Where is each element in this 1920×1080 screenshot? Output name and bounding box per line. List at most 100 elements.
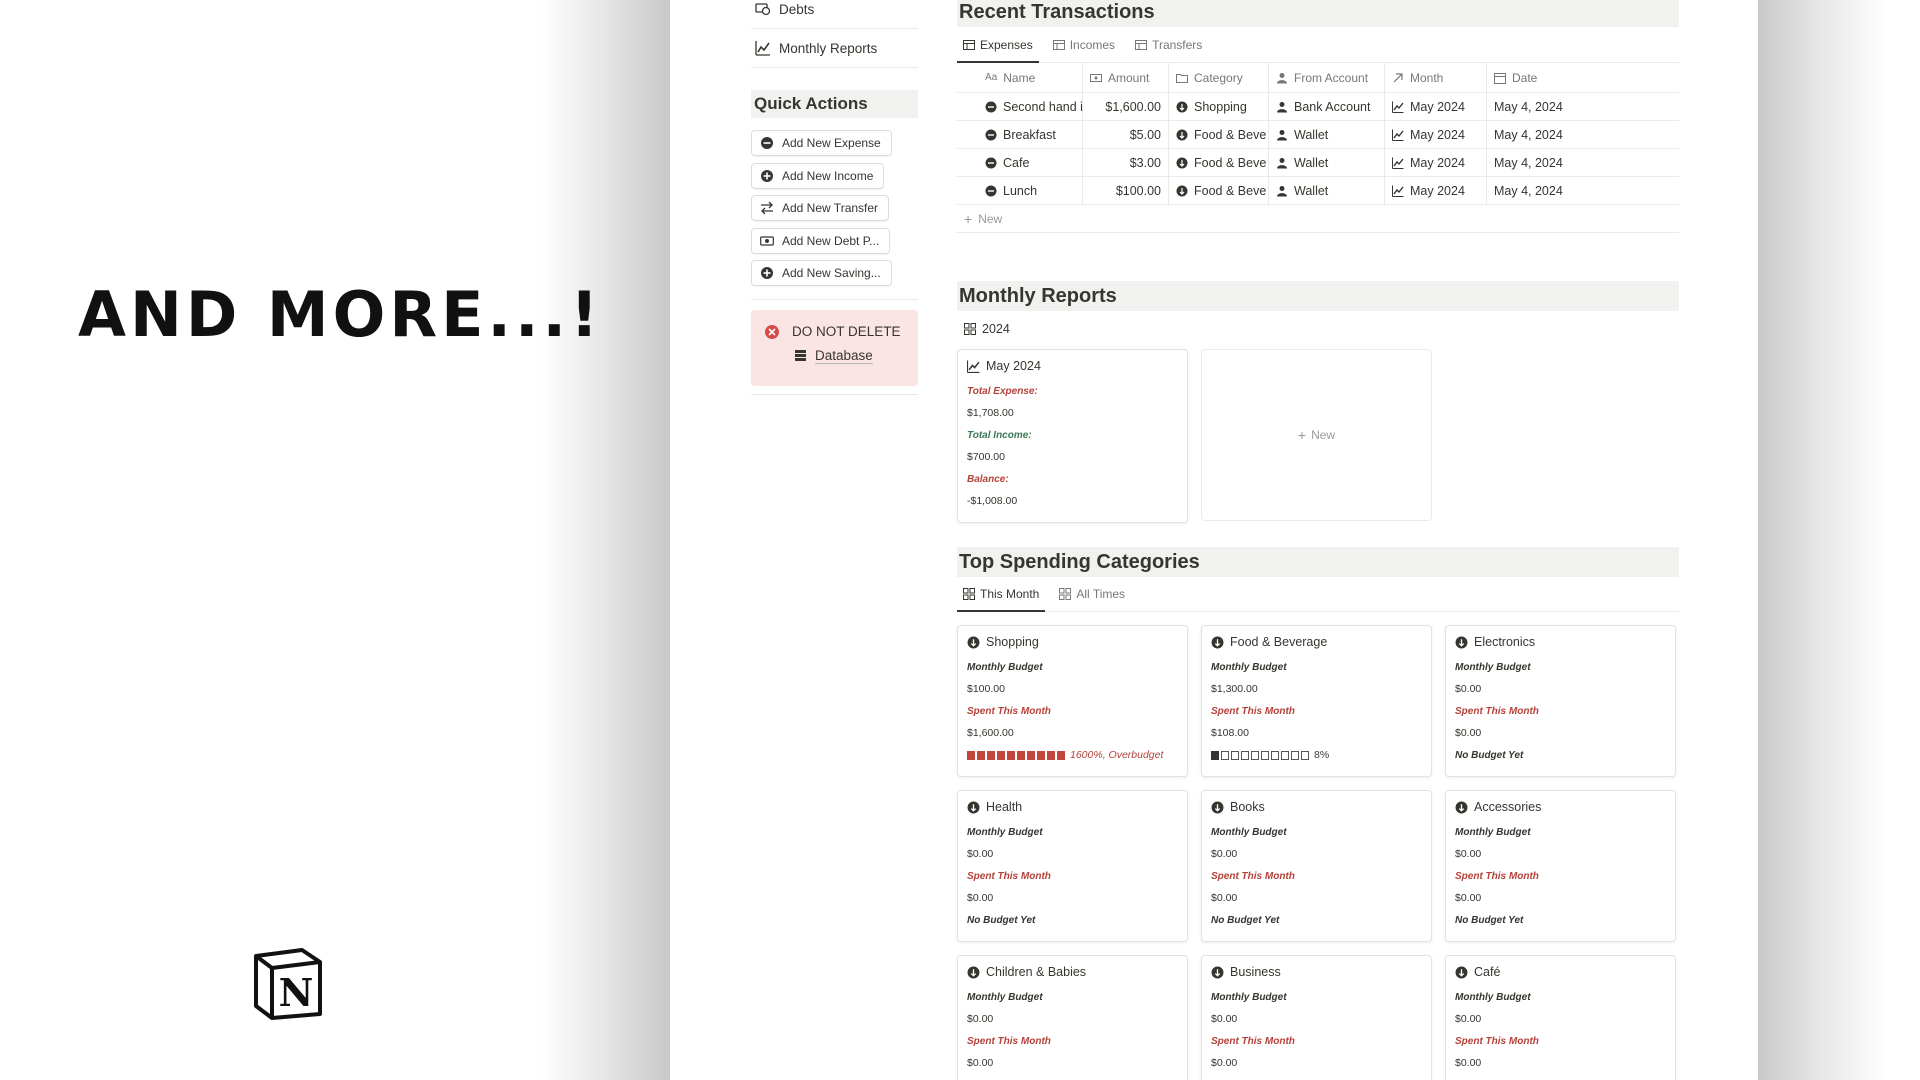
category-name: Shopping	[986, 635, 1039, 649]
add-debt-payment-button[interactable]: Add New Debt P...	[751, 227, 891, 254]
divider	[751, 28, 918, 29]
error-icon	[765, 324, 779, 339]
column-label: Category	[1194, 70, 1243, 85]
monthly-budget-label: Monthly Budget	[1455, 991, 1531, 1003]
monthly-budget-label: Monthly Budget	[1455, 661, 1531, 673]
spent-value: $0.00	[1211, 1057, 1238, 1069]
reports-view-tab[interactable]: 2024	[957, 311, 1679, 347]
minus-circle-icon	[985, 101, 997, 112]
tab-this-month[interactable]: This Month	[957, 576, 1046, 612]
column-label: Amount	[1108, 70, 1150, 85]
column-from-account[interactable]: From Account	[1269, 63, 1385, 92]
monthly-budget-label: Monthly Budget	[1211, 991, 1287, 1003]
table-row[interactable]: Breakfast $5.00 Food & Beve Wallet May 2…	[957, 121, 1679, 149]
category-card[interactable]: Shopping Monthly Budget $100.00 Spent This …	[957, 625, 1188, 777]
report-chart-icon	[1392, 101, 1404, 113]
row-date: May 4, 2024	[1494, 99, 1563, 114]
row-from-account: Wallet	[1294, 155, 1329, 170]
category-card[interactable]: Accessories Monthly Budget $0.00 Spent This…	[1445, 790, 1676, 942]
recent-transactions-heading: Recent Transactions	[957, 0, 1679, 27]
row-amount: $3.00	[1129, 155, 1161, 170]
category-icon	[1176, 157, 1188, 168]
category-card[interactable]: Café Monthly Budget $0.00 Spent This Month $…	[1445, 955, 1676, 1080]
new-transaction-button[interactable]: + New	[957, 205, 1679, 233]
new-report-button[interactable]: + New	[1201, 349, 1432, 521]
button-label: Add New Expense	[782, 136, 881, 150]
tab-incomes[interactable]: Incomes	[1047, 27, 1121, 62]
add-income-button[interactable]: Add New Income	[751, 162, 885, 189]
table-icon	[963, 39, 975, 50]
monthly-budget-label: Monthly Budget	[967, 991, 1043, 1003]
monthly-budget-value: $1,300.00	[1211, 683, 1258, 695]
gallery-icon	[963, 587, 975, 600]
progress-segment	[1037, 750, 1045, 760]
minus-circle-icon	[761, 137, 773, 149]
category-name: Business	[1230, 965, 1281, 979]
category-card[interactable]: Health Monthly Budget $0.00 Spent This Mont…	[957, 790, 1188, 942]
relation-arrow-icon	[1393, 72, 1403, 82]
gallery-icon	[964, 323, 976, 335]
progress-segment	[1261, 750, 1269, 760]
report-card[interactable]: May 2024 Total Expense: $1,708.00 Total …	[957, 349, 1188, 523]
category-card[interactable]: Children & Babies Monthly Budget $0.00 Spen…	[957, 955, 1188, 1080]
spent-label: Spent This Month	[1455, 870, 1539, 882]
progress-segment	[1251, 750, 1259, 760]
progress-segment	[967, 750, 975, 760]
reports-gallery: May 2024 Total Expense: $1,708.00 Total …	[957, 349, 1679, 523]
category-card[interactable]: Electronics Monthly Budget $0.00 Spent This…	[1445, 625, 1676, 777]
column-date[interactable]: Date	[1487, 63, 1679, 92]
budget-status: 8%	[1314, 749, 1330, 761]
spent-value: $0.00	[1455, 892, 1482, 904]
spent-value: $0.00	[1211, 892, 1238, 904]
category-card[interactable]: Food & Beverage Monthly Budget $1,300.00 Sp…	[1201, 625, 1432, 777]
report-chart-icon	[967, 360, 980, 373]
row-month: May 2024	[1410, 183, 1465, 198]
monthly-budget-label: Monthly Budget	[1455, 826, 1531, 838]
table-row[interactable]: Cafe $3.00 Food & Beve Wallet May 2024 M…	[957, 149, 1679, 177]
add-expense-button[interactable]: Add New Expense	[751, 130, 892, 156]
database-link[interactable]: Database	[764, 348, 918, 364]
balance-label: Balance:	[967, 473, 1009, 485]
plus-icon: +	[1297, 427, 1307, 443]
row-from-account: Wallet	[1294, 127, 1329, 142]
money-icon	[1090, 73, 1102, 82]
category-name: Children & Babies	[986, 965, 1087, 979]
table-row[interactable]: Lunch $100.00 Food & Beve Wallet May 202…	[957, 177, 1679, 205]
category-card[interactable]: Books Monthly Budget $0.00 Spent This Month…	[1201, 790, 1432, 942]
total-income-label: Total Income:	[967, 429, 1032, 441]
table-icon	[1135, 39, 1148, 50]
category-card[interactable]: Business Monthly Budget $0.00 Spent This Mo…	[1201, 955, 1432, 1080]
column-amount[interactable]: Amount	[1083, 63, 1169, 92]
quick-actions-heading: Quick Actions	[751, 90, 918, 118]
money-icon	[760, 235, 774, 246]
link-monthly-reports[interactable]: Monthly Reports	[751, 35, 918, 61]
row-name: Lunch	[1003, 183, 1038, 198]
new-label: New	[1311, 428, 1336, 442]
row-date: May 4, 2024	[1494, 183, 1563, 198]
column-category[interactable]: Category	[1169, 63, 1269, 92]
link-debts[interactable]: Debts	[751, 0, 918, 22]
category-name: Electronics	[1474, 635, 1536, 649]
category-name: Health	[986, 800, 1023, 814]
tab-expenses[interactable]: Expenses	[957, 27, 1039, 63]
add-saving-button[interactable]: Add New Saving...	[751, 260, 892, 286]
new-label: New	[978, 211, 1003, 226]
report-chart-icon	[1392, 129, 1404, 141]
monthly-budget-label: Monthly Budget	[1211, 826, 1287, 838]
column-month[interactable]: Month	[1385, 63, 1487, 92]
categories-gallery: Shopping Monthly Budget $100.00 Spent This …	[957, 625, 1679, 1080]
button-label: Add New Debt P...	[782, 233, 880, 248]
monthly-budget-value: $0.00	[1211, 1013, 1238, 1025]
monthly-reports-heading: Monthly Reports	[957, 281, 1679, 311]
progress-segment	[1301, 750, 1309, 760]
spent-label: Spent This Month	[1455, 705, 1539, 717]
plus-circle-icon	[761, 169, 773, 182]
row-name: Second hand i	[1003, 99, 1083, 114]
table-row[interactable]: Second hand i $1,600.00 Shopping Bank Ac…	[957, 93, 1679, 121]
add-transfer-button[interactable]: Add New Transfer	[751, 195, 890, 221]
transactions-table: Aa Name Amount Category From Account Mont…	[957, 63, 1679, 233]
column-name[interactable]: Aa Name	[957, 63, 1083, 92]
spent-label: Spent This Month	[1455, 1035, 1539, 1047]
tab-transfers[interactable]: Transfers	[1129, 27, 1208, 62]
tab-all-times[interactable]: All Times	[1053, 576, 1131, 611]
